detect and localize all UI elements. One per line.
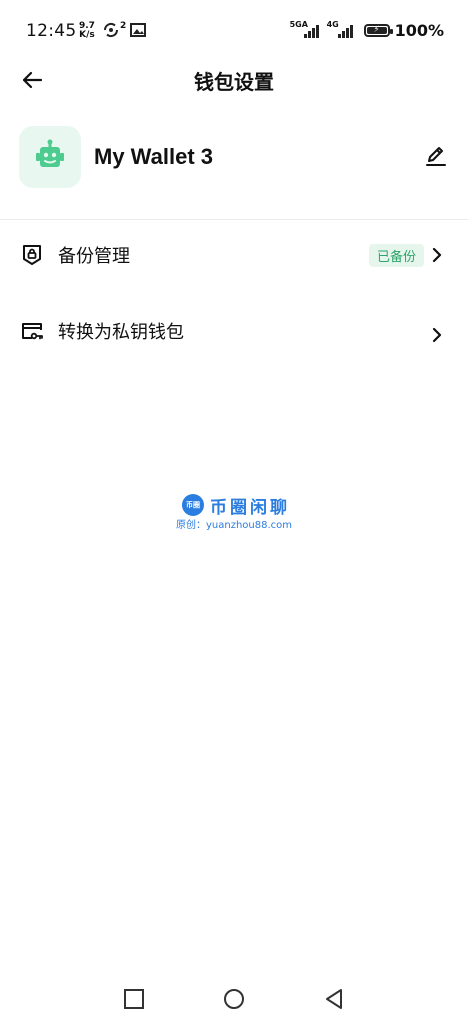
backup-status-badge: 已备份 xyxy=(368,243,424,267)
pencil-icon[interactable] xyxy=(424,144,448,168)
menu-item-label: 转换为私钥钱包 xyxy=(58,322,184,343)
signal1-label: 5GA xyxy=(289,19,308,29)
sync-icon xyxy=(103,22,119,38)
watermark-logo: 币圈 xyxy=(182,494,204,516)
network-speed-unit: K/s xyxy=(79,30,95,40)
shield-lock-icon xyxy=(23,245,41,265)
menu-item-backup[interactable]: 备份管理 已备份 xyxy=(0,230,468,280)
signal-4g-icon: 4G xyxy=(327,20,353,38)
robot-icon xyxy=(36,139,64,167)
chevron-right-icon xyxy=(432,327,442,343)
system-nav-bar xyxy=(0,974,468,1024)
home-circle-icon[interactable] xyxy=(223,988,245,1010)
battery-icon: ⚡ xyxy=(363,24,393,37)
menu-item-convert-private-key[interactable]: 转换为私钥钱包 xyxy=(0,306,468,356)
page-title: 钱包设置 xyxy=(194,70,274,94)
signal-5g-icon: 5GA xyxy=(290,20,319,38)
wallet-name: My Wallet 3 xyxy=(94,144,213,169)
key-card-icon xyxy=(22,323,43,340)
status-time: 12:45 xyxy=(26,21,77,41)
status-bar: 12:45 9.7 K/s 2 5GA 4G ⚡ 100% xyxy=(0,0,468,62)
status-notification-icons: 2 xyxy=(102,21,147,38)
status-system-icons: 5GA 4G ⚡ 100% xyxy=(290,20,444,41)
wallet-avatar xyxy=(19,126,81,188)
network-speed: 9.7 K/s xyxy=(79,22,95,40)
battery-percent: 100% xyxy=(394,21,444,40)
watermark: 币圈 币圈闲聊 原创：yuanzhou88.com xyxy=(176,492,306,532)
watermark-subtitle: 原创：yuanzhou88.com xyxy=(176,520,293,531)
watermark-title: 币圈闲聊 xyxy=(210,498,290,518)
menu-item-label: 备份管理 xyxy=(58,246,130,267)
sim-count: 2 xyxy=(120,21,127,31)
image-icon xyxy=(130,23,147,37)
chevron-right-icon xyxy=(432,247,442,263)
section-divider xyxy=(0,219,468,220)
recents-square-icon[interactable] xyxy=(123,988,145,1010)
app-header: 钱包设置 xyxy=(0,62,468,98)
signal2-label: 4G xyxy=(326,19,339,29)
back-triangle-icon[interactable] xyxy=(323,988,345,1010)
wallet-info: My Wallet 3 xyxy=(0,126,468,190)
watermark-logo-text: 币圈 xyxy=(186,501,200,509)
